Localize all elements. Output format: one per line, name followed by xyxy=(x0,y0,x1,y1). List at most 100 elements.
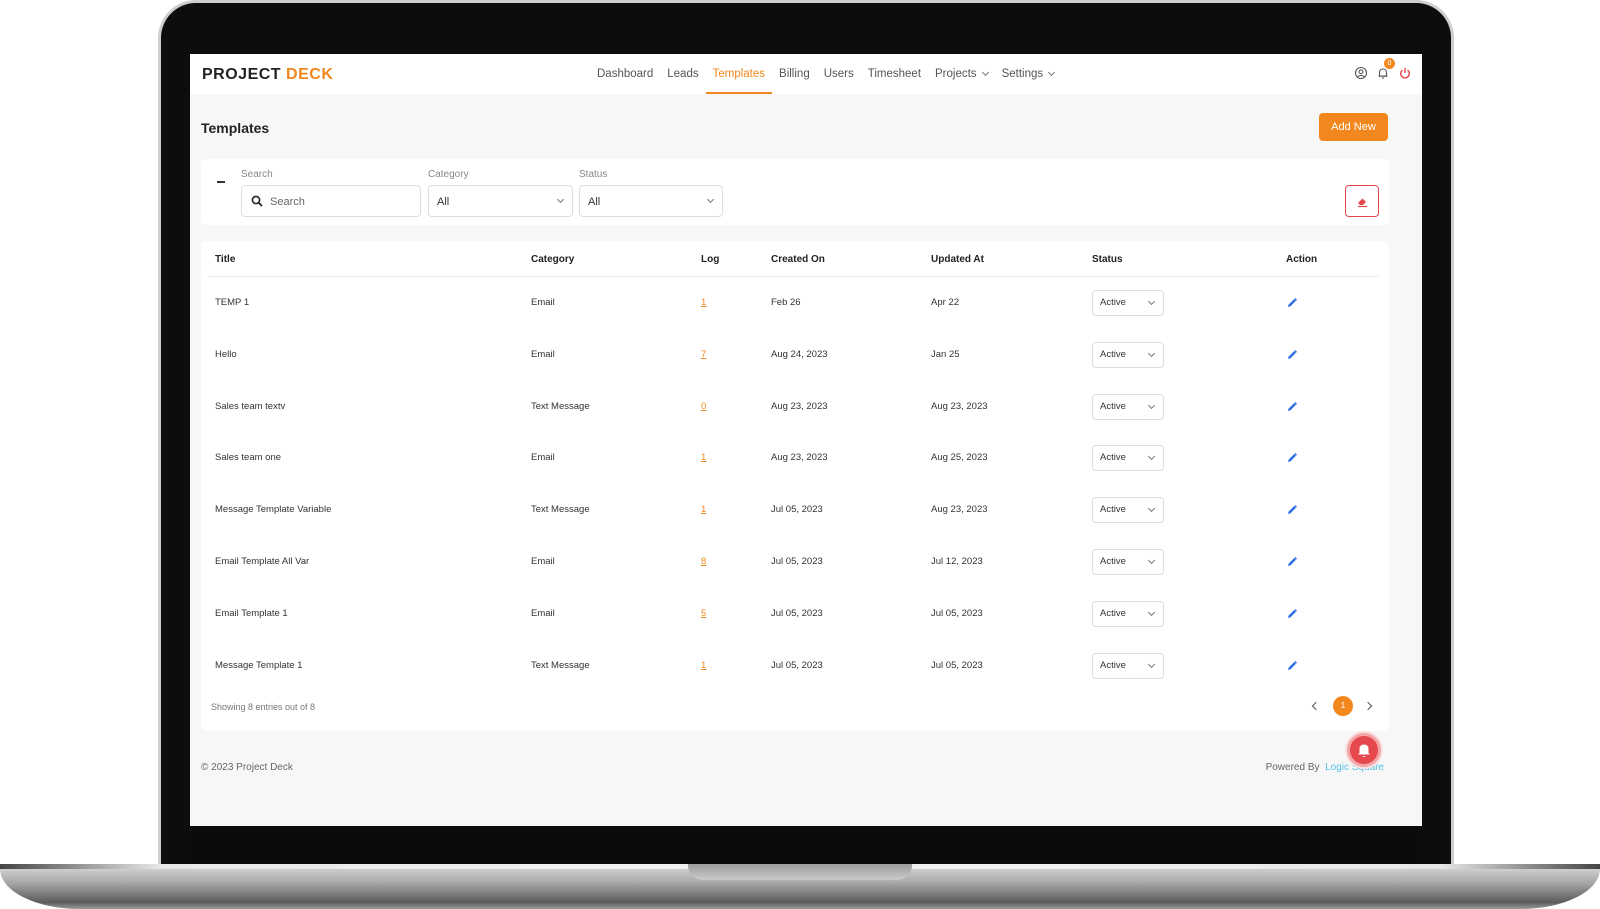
nav-item-label: Projects xyxy=(935,68,977,80)
brand-name-part1: PROJECT xyxy=(202,66,282,83)
row-status-select[interactable]: Active xyxy=(1092,341,1164,368)
filter-panel: Search Category All Status All xyxy=(201,159,1389,225)
table-row: Sales team one Email 1 Aug 23, 2023 Aug 25, … xyxy=(201,432,1389,484)
previous-page-button[interactable] xyxy=(1309,696,1323,716)
nav-item-dashboard[interactable]: Dashboard xyxy=(590,54,660,94)
row-status-select[interactable]: Active xyxy=(1092,393,1164,420)
row-status-select[interactable]: Active xyxy=(1092,497,1164,524)
log-link[interactable]: 1 xyxy=(701,432,706,484)
log-link[interactable]: 7 xyxy=(701,329,706,381)
nav-item-label: Settings xyxy=(1001,68,1044,80)
log-link-text[interactable]: 1 xyxy=(701,660,706,671)
category-cell: Email xyxy=(531,588,555,640)
edit-pencil-icon[interactable] xyxy=(1286,400,1300,414)
nav-item-label: Timesheet xyxy=(867,68,922,80)
created-on-cell-text: Aug 24, 2023 xyxy=(771,348,828,360)
add-new-button[interactable]: Add New xyxy=(1319,113,1388,141)
log-link[interactable]: 1 xyxy=(701,640,706,692)
nav-item-leads[interactable]: Leads xyxy=(660,54,705,94)
row-status-value: Active xyxy=(1100,556,1126,567)
collapse-filter-toggle[interactable] xyxy=(217,181,225,183)
edit-pencil-icon[interactable] xyxy=(1286,503,1300,517)
log-link-text[interactable]: 1 xyxy=(701,452,706,463)
log-link-text[interactable]: 7 xyxy=(701,349,706,360)
table-row: Email Template 1 Email 5 Jul 05, 2023 Jul 05… xyxy=(201,588,1389,640)
category-cell: Text Message xyxy=(531,381,590,433)
chevron-down-icon xyxy=(1147,297,1156,306)
log-link-text[interactable]: 1 xyxy=(701,504,706,515)
status-label: Status xyxy=(579,169,608,180)
row-status-select[interactable]: Active xyxy=(1092,549,1164,575)
footer-copyright: © 2023 Project Deck xyxy=(201,762,293,773)
category-cell: Email xyxy=(531,432,555,484)
row-status-select[interactable]: Active xyxy=(1092,600,1164,627)
created-on-cell: Aug 24, 2023 xyxy=(771,329,828,381)
updated-at-cell-text: Aug 25, 2023 xyxy=(931,452,988,464)
next-page-button[interactable] xyxy=(1363,696,1377,716)
push-notification-bell-button[interactable] xyxy=(1347,733,1381,767)
edit-pencil-icon[interactable] xyxy=(1286,555,1300,569)
power-icon[interactable] xyxy=(1398,66,1412,80)
chevron-down-icon xyxy=(1147,660,1156,668)
row-status-select[interactable]: Active xyxy=(1092,652,1164,679)
log-link[interactable]: 0 xyxy=(701,381,706,433)
row-status-value: Active xyxy=(1100,297,1126,308)
log-link[interactable]: 8 xyxy=(701,536,706,588)
template-title-cell: Sales team one xyxy=(215,432,281,484)
nav-item-users[interactable]: Users xyxy=(817,54,861,94)
search-label: Search xyxy=(241,169,273,180)
column-header-title[interactable]: Title xyxy=(215,254,235,265)
column-header-log[interactable]: Log xyxy=(701,254,719,265)
log-link-text[interactable]: 8 xyxy=(701,556,706,567)
edit-pencil-icon[interactable] xyxy=(1286,348,1300,362)
user-icon[interactable] xyxy=(1354,66,1368,80)
table-row: Hello Email 7 Aug 24, 2023 Jan 25 Active xyxy=(201,329,1389,381)
table-row: Email Template All Var Email 8 Jul 05, 2023… xyxy=(201,536,1389,588)
edit-pencil-icon[interactable] xyxy=(1286,607,1300,621)
updated-at-cell-text: Jul 05, 2023 xyxy=(931,607,983,619)
log-link[interactable]: 5 xyxy=(701,588,706,640)
table-row: Message Template 1 Text Message 1 Jul 05, 2… xyxy=(201,640,1389,692)
edit-pencil-icon[interactable] xyxy=(1286,296,1300,310)
template-title-cell-text: Message Template Variable xyxy=(215,504,332,516)
column-header-status[interactable]: Status xyxy=(1092,254,1123,265)
brand-name-part2: DECK xyxy=(286,66,334,83)
table-row: TEMP 1 Email 1 Feb 26 Apr 22 Active xyxy=(201,277,1389,329)
updated-at-cell: Jul 05, 2023 xyxy=(931,640,983,692)
nav-item-timesheet[interactable]: Timesheet xyxy=(861,54,928,94)
created-on-cell-text: Jul 05, 2023 xyxy=(771,556,823,567)
nav-item-label: Users xyxy=(823,68,854,80)
clear-filters-button[interactable] xyxy=(1345,185,1379,217)
log-link[interactable]: 1 xyxy=(701,277,706,329)
edit-pencil-icon[interactable] xyxy=(1286,659,1300,673)
bell-icon[interactable]: 0 xyxy=(1376,58,1395,80)
log-link-text[interactable]: 1 xyxy=(701,297,706,308)
column-header-created-on[interactable]: Created On xyxy=(771,254,825,265)
search-field[interactable] xyxy=(241,185,421,217)
category-select[interactable]: All xyxy=(428,185,573,217)
brand-logo[interactable]: PROJECT DECK xyxy=(202,66,333,84)
template-title-cell-text: Sales team textv xyxy=(215,400,286,412)
created-on-cell-text: Feb 26 xyxy=(771,297,801,308)
nav-item-templates[interactable]: Templates xyxy=(705,54,773,94)
edit-pencil-icon[interactable] xyxy=(1286,451,1300,465)
page-number-button[interactable]: 1 xyxy=(1333,696,1353,716)
log-link-text[interactable]: 0 xyxy=(701,401,706,412)
column-header-category[interactable]: Category xyxy=(531,254,574,265)
category-cell: Text Message xyxy=(531,640,590,692)
nav-item-billing[interactable]: Billing xyxy=(772,54,817,94)
column-header-updated-at[interactable]: Updated At xyxy=(931,254,984,265)
log-link[interactable]: 1 xyxy=(701,484,706,536)
status-select[interactable]: All xyxy=(579,185,723,217)
laptop-bezel xyxy=(190,826,1422,864)
template-title-cell-text: TEMP 1 xyxy=(215,297,250,308)
log-link-text[interactable]: 5 xyxy=(701,608,706,619)
nav-item-settings[interactable]: Settings xyxy=(995,54,1062,94)
row-status-select[interactable]: Active xyxy=(1092,290,1164,316)
category-cell-text: Email xyxy=(531,452,555,464)
category-label: Category xyxy=(428,169,469,180)
row-status-select[interactable]: Active xyxy=(1092,445,1164,472)
nav-item-projects[interactable]: Projects xyxy=(928,54,995,94)
search-input[interactable] xyxy=(270,192,415,212)
category-cell: Text Message xyxy=(531,484,590,536)
